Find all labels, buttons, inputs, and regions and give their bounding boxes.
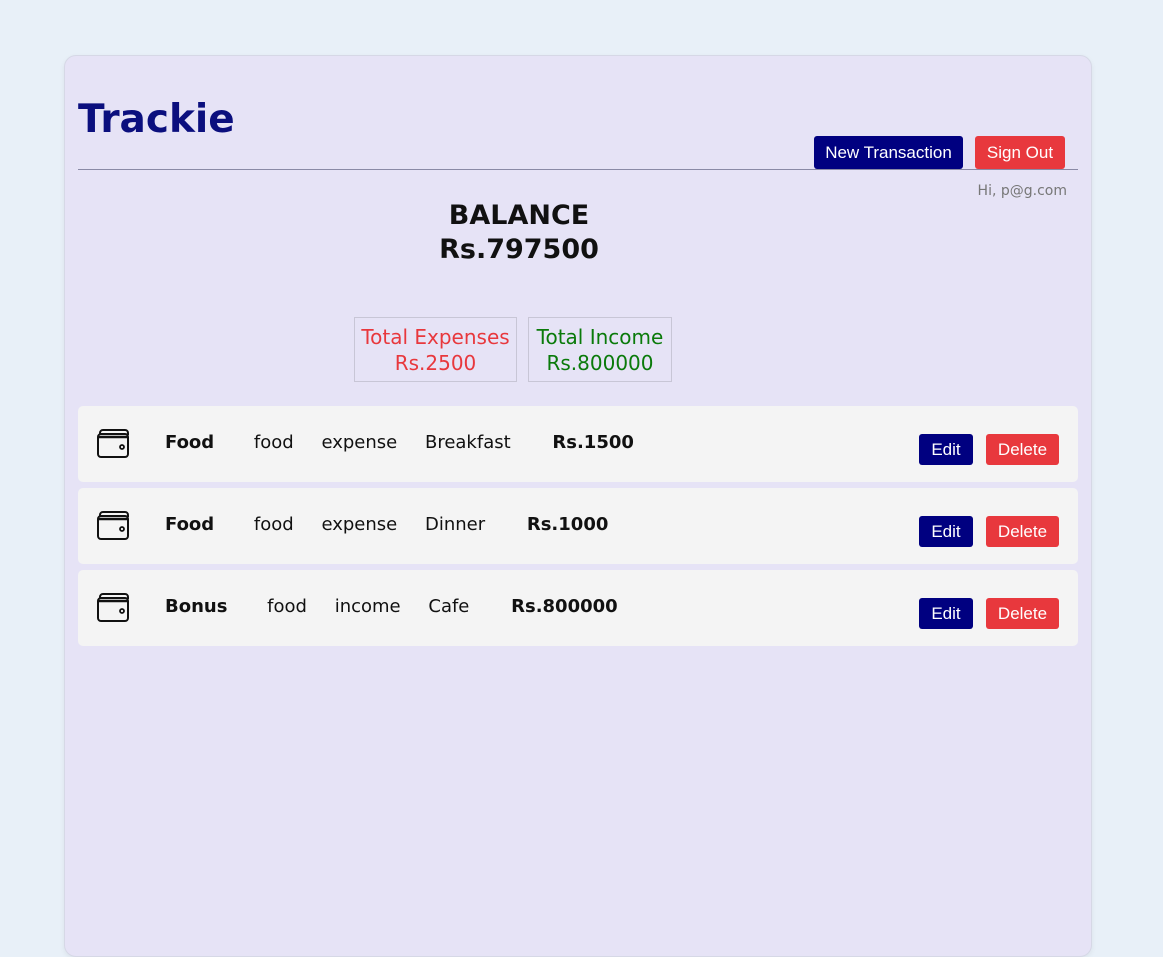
edit-button[interactable]: Edit — [919, 598, 973, 629]
user-greeting: Hi, p@g.com — [977, 183, 1067, 199]
transaction-description: Breakfast — [424, 432, 511, 453]
transaction-amount: Rs.800000 — [511, 596, 618, 617]
transaction-list: Food food expense Breakfast Rs.1500 Edit… — [78, 406, 1078, 652]
transaction-details: Food food expense Dinner Rs.1000 — [165, 514, 630, 535]
balance-label: BALANCE — [448, 200, 590, 231]
transaction-category: food — [253, 432, 294, 453]
app-card: Trackie New Transaction Sign Out Hi, p@g… — [64, 55, 1092, 957]
transaction-description: Cafe — [428, 596, 470, 617]
total-income-label: Total Income — [536, 325, 664, 349]
edit-button[interactable]: Edit — [919, 434, 973, 465]
edit-button[interactable]: Edit — [919, 516, 973, 547]
transaction-description: Dinner — [424, 514, 486, 535]
delete-button[interactable]: Delete — [986, 516, 1059, 547]
transaction-name: Food — [165, 432, 215, 453]
transaction-details: Bonus food income Cafe Rs.800000 — [165, 596, 640, 617]
transaction-type: expense — [321, 514, 398, 535]
delete-button[interactable]: Delete — [986, 598, 1059, 629]
transaction-row: Bonus food income Cafe Rs.800000 Edit De… — [78, 570, 1078, 646]
balance-value: Rs.797500 — [439, 234, 599, 265]
total-income-value: Rs.800000 — [546, 351, 654, 375]
transaction-amount: Rs.1000 — [526, 514, 609, 535]
sign-out-button[interactable]: Sign Out — [975, 136, 1065, 169]
transaction-row: Food food expense Breakfast Rs.1500 Edit… — [78, 406, 1078, 482]
total-expenses-value: Rs.2500 — [394, 351, 477, 375]
transaction-details: Food food expense Breakfast Rs.1500 — [165, 432, 656, 453]
wallet-icon — [97, 511, 129, 540]
transaction-type: income — [334, 596, 401, 617]
transaction-category: food — [267, 596, 307, 617]
transaction-name: Food — [165, 514, 215, 535]
total-expenses-label: Total Expenses — [361, 325, 510, 349]
delete-button[interactable]: Delete — [986, 434, 1059, 465]
transaction-row: Food food expense Dinner Rs.1000 Edit De… — [78, 488, 1078, 564]
total-income-box: Total Income Rs.800000 — [528, 317, 672, 382]
transaction-type: expense — [321, 432, 398, 453]
wallet-icon — [97, 593, 129, 622]
wallet-icon — [97, 429, 129, 458]
transaction-category: food — [253, 514, 294, 535]
transaction-amount: Rs.1500 — [552, 432, 634, 453]
app-title: Trackie — [78, 97, 235, 142]
new-transaction-button[interactable]: New Transaction — [814, 136, 963, 169]
total-expenses-box: Total Expenses Rs.2500 — [354, 317, 517, 382]
header-divider — [78, 169, 1078, 170]
transaction-name: Bonus — [165, 596, 228, 617]
